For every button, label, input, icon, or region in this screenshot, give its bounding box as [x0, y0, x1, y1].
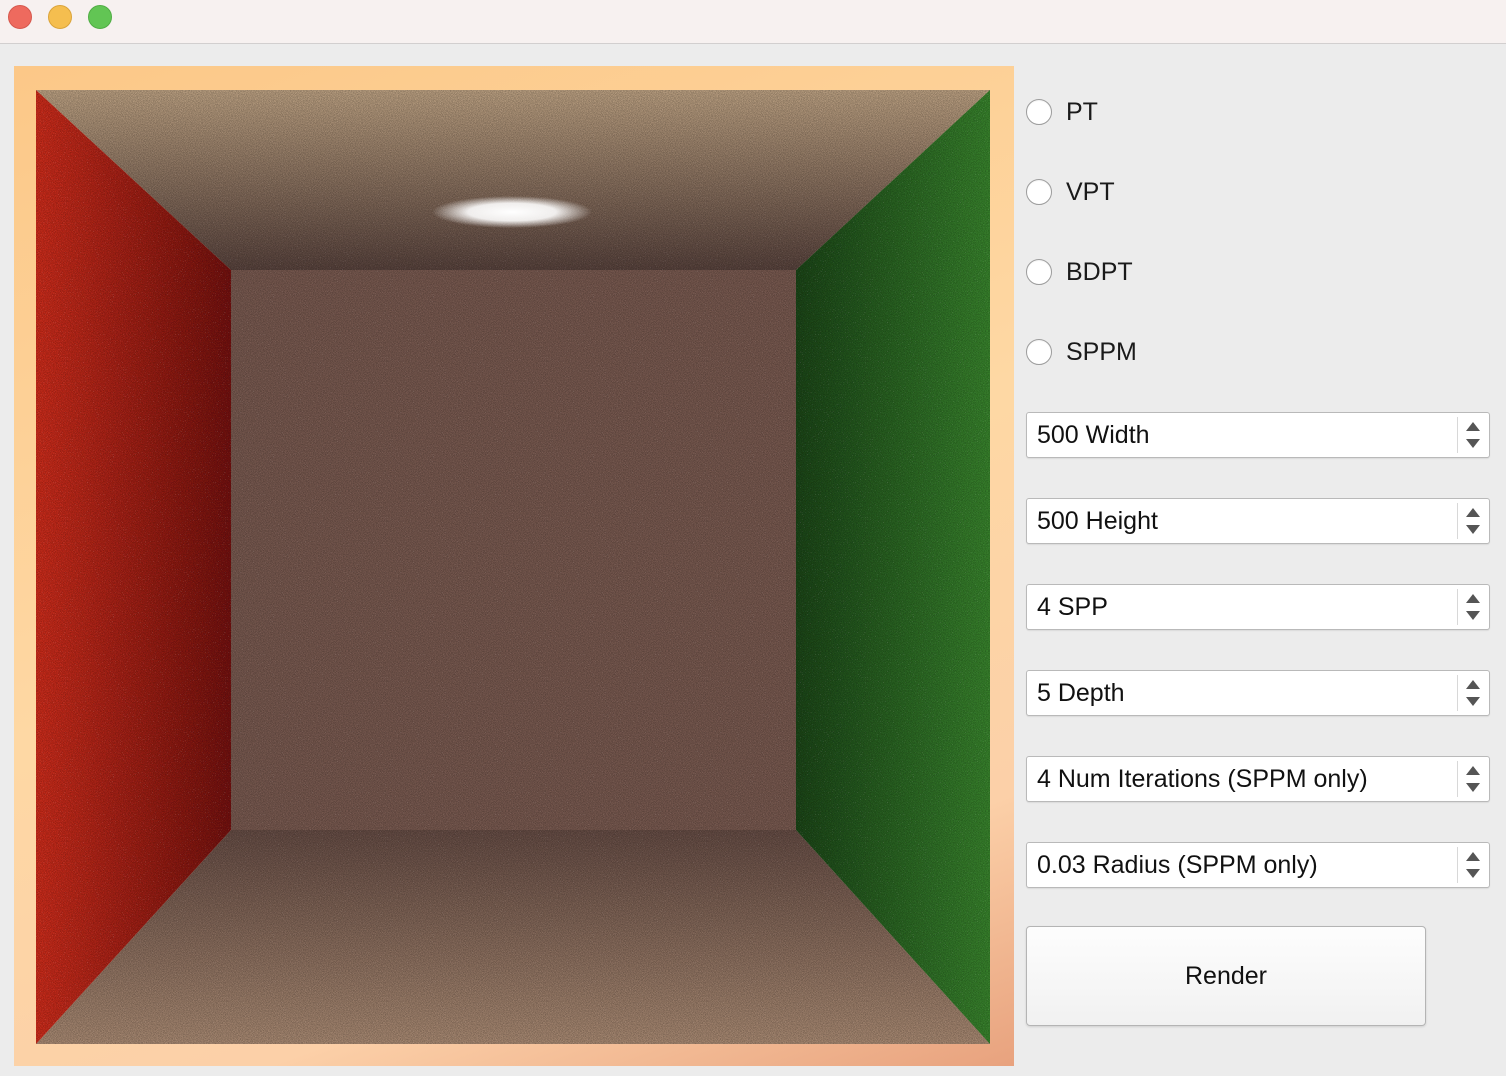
title-bar: [0, 0, 1506, 44]
close-window-button[interactable]: [8, 5, 32, 29]
depth-spinbox[interactable]: 5 Depth: [1026, 670, 1490, 716]
spin-arrows[interactable]: [1458, 413, 1489, 457]
chevron-up-icon[interactable]: [1466, 680, 1480, 689]
radio-circle[interactable]: [1026, 179, 1052, 205]
width-value[interactable]: 500 Width: [1037, 413, 1150, 457]
chevron-up-icon[interactable]: [1466, 422, 1480, 431]
chevron-down-icon[interactable]: [1466, 439, 1480, 448]
rendered-image: [36, 90, 990, 1044]
chevron-up-icon[interactable]: [1466, 766, 1480, 775]
spin-arrows[interactable]: [1458, 843, 1489, 887]
spp-spinbox[interactable]: 4 SPP: [1026, 584, 1490, 630]
spin-arrows[interactable]: [1458, 585, 1489, 629]
radio-label-vpt: VPT: [1066, 177, 1115, 206]
iterations-spinbox[interactable]: 4 Num Iterations (SPPM only): [1026, 756, 1490, 802]
depth-value[interactable]: 5 Depth: [1037, 671, 1125, 715]
radio-bdpt[interactable]: BDPT: [1026, 256, 1133, 288]
chevron-down-icon[interactable]: [1466, 783, 1480, 792]
ceiling-light: [432, 196, 592, 228]
spp-value[interactable]: 4 SPP: [1037, 585, 1108, 629]
chevron-down-icon[interactable]: [1466, 525, 1480, 534]
chevron-up-icon[interactable]: [1466, 852, 1480, 861]
maximize-window-button[interactable]: [88, 5, 112, 29]
radius-value[interactable]: 0.03 Radius (SPPM only): [1037, 843, 1318, 887]
render-viewport: [14, 66, 1014, 1066]
back-wall: [231, 270, 796, 830]
app-window: PT VPT BDPT SPPM 500 Width 500 Height 4 …: [0, 0, 1506, 1076]
chevron-down-icon[interactable]: [1466, 697, 1480, 706]
chevron-down-icon[interactable]: [1466, 611, 1480, 620]
radio-circle[interactable]: [1026, 99, 1052, 125]
spin-arrows[interactable]: [1458, 757, 1489, 801]
spin-arrows[interactable]: [1458, 499, 1489, 543]
radio-pt[interactable]: PT: [1026, 96, 1098, 128]
radio-sppm[interactable]: SPPM: [1026, 336, 1137, 368]
render-button[interactable]: Render: [1026, 926, 1426, 1026]
iterations-value[interactable]: 4 Num Iterations (SPPM only): [1037, 757, 1368, 801]
radio-vpt[interactable]: VPT: [1026, 176, 1115, 208]
radio-label-pt: PT: [1066, 97, 1098, 126]
radio-label-bdpt: BDPT: [1066, 257, 1133, 286]
minimize-window-button[interactable]: [48, 5, 72, 29]
radio-circle[interactable]: [1026, 259, 1052, 285]
width-spinbox[interactable]: 500 Width: [1026, 412, 1490, 458]
radio-label-sppm: SPPM: [1066, 337, 1137, 366]
chevron-up-icon[interactable]: [1466, 594, 1480, 603]
radio-circle[interactable]: [1026, 339, 1052, 365]
radius-spinbox[interactable]: 0.03 Radius (SPPM only): [1026, 842, 1490, 888]
chevron-up-icon[interactable]: [1466, 508, 1480, 517]
spin-arrows[interactable]: [1458, 671, 1489, 715]
chevron-down-icon[interactable]: [1466, 869, 1480, 878]
height-spinbox[interactable]: 500 Height: [1026, 498, 1490, 544]
height-value[interactable]: 500 Height: [1037, 499, 1158, 543]
